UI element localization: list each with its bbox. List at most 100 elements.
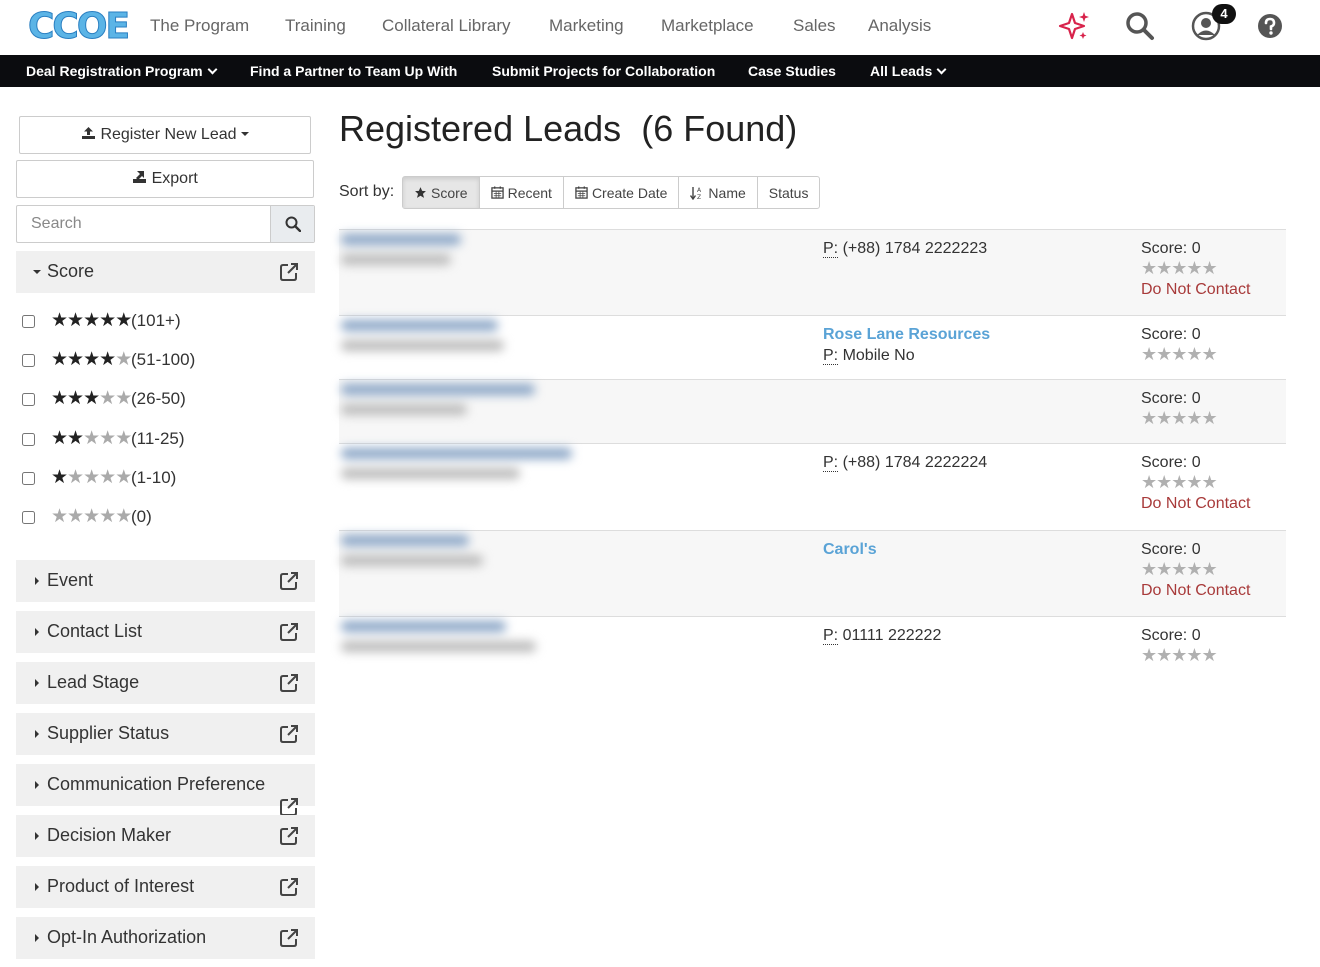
company-name[interactable]: Rose Lane Resources [823, 326, 990, 343]
facet-opt-in-authorization[interactable]: Opt-In Authorization [16, 917, 315, 959]
score-filter-checkbox[interactable] [22, 315, 35, 328]
ccoe-logo[interactable]: CCOE [26, 5, 130, 49]
subnav-case-studies[interactable]: Case Studies [748, 63, 836, 79]
caret-right-icon [35, 679, 39, 687]
star-rating-icon: ★★★★★ [1141, 472, 1218, 492]
score-range-label: (0) [131, 507, 152, 526]
lead-score: Score: 0 ★★★★★ Do Not Contact [1141, 454, 1250, 513]
star-icon [415, 187, 426, 198]
star-rating-icon: ★★★★★ [51, 349, 132, 371]
nav-marketplace[interactable]: Marketplace [661, 16, 754, 36]
score-value: 0 [1191, 454, 1201, 471]
nav-the-program[interactable]: The Program [150, 16, 249, 36]
lead-phone: P: (+88) 1784 2222224 [823, 454, 987, 472]
external-link-icon[interactable] [279, 797, 299, 817]
sub-navbar: Deal Registration Program Find a Partner… [0, 55, 1320, 87]
lead-company-link[interactable]: Rose Lane Resources [823, 326, 990, 344]
lead-row[interactable]: P: (+88) 1784 2222223 Score: 0 ★★★★★ Do Not… [339, 229, 1286, 315]
facet-lead-stage[interactable]: Lead Stage [16, 662, 315, 704]
lead-row[interactable]: P: (+88) 1784 2222224 Score: 0 ★★★★★ Do Not… [339, 443, 1286, 530]
register-new-lead-label: Register New Lead [100, 126, 237, 143]
phone-number: 01111 222222 [842, 627, 942, 644]
lead-row[interactable]: Rose Lane Resources P: Mobile No Score: 0 ★… [339, 315, 1286, 379]
facet-score[interactable]: Score [16, 251, 315, 293]
sort-recent-button[interactable]: Recent [480, 177, 564, 208]
nav-collateral-library[interactable]: Collateral Library [382, 16, 511, 36]
search-icon[interactable] [1124, 10, 1156, 42]
subnav-submit-projects[interactable]: Submit Projects for Collaboration [492, 63, 715, 79]
facet-product-of-interest[interactable]: Product of Interest [16, 866, 315, 908]
star-icon: ★ [115, 506, 132, 527]
redacted-lead-details [341, 320, 717, 360]
star-icon: ★ [83, 310, 100, 331]
score-filter-checkbox[interactable] [22, 433, 35, 446]
redacted-line [341, 320, 498, 331]
sparkle-icon[interactable] [1058, 10, 1090, 42]
nav-training[interactable]: Training [285, 16, 346, 36]
lead-row[interactable]: P: 01111 222222 Score: 0 ★★★★★ [339, 616, 1286, 688]
nav-marketing[interactable]: Marketing [549, 16, 624, 36]
external-link-icon[interactable] [279, 928, 299, 948]
facet-decision-maker[interactable]: Decision Maker [16, 815, 315, 857]
star-icon: ★ [83, 428, 100, 449]
score-range-label: (26-50) [131, 389, 186, 408]
export-button[interactable]: Export [16, 160, 314, 198]
subnav-all-leads[interactable]: All Leads [870, 63, 947, 79]
score-value: 0 [1191, 326, 1201, 343]
lead-row[interactable]: Score: 0 ★★★★★ [339, 379, 1286, 443]
svg-text:Z: Z [697, 194, 701, 200]
help-icon[interactable] [1256, 12, 1284, 40]
phone-number: Mobile No [842, 347, 915, 364]
company-name[interactable]: Carol's [823, 541, 877, 558]
star-icon: ★ [99, 506, 116, 527]
star-icon: ★ [67, 428, 84, 449]
star-icon: ★ [83, 467, 100, 488]
external-link-icon[interactable] [279, 571, 299, 591]
redacted-lead-details [341, 448, 717, 488]
star-rating-icon: ★★★★★ [51, 467, 132, 489]
search-input[interactable] [17, 206, 272, 242]
subnav-find-partner[interactable]: Find a Partner to Team Up With [250, 63, 457, 79]
external-link-icon[interactable] [279, 724, 299, 744]
star-rating-icon: ★★★★★ [51, 310, 132, 332]
redacted-line [341, 555, 483, 566]
register-new-lead-button[interactable]: Register New Lead [19, 116, 311, 154]
redacted-lead-details [341, 384, 717, 424]
sort-recent-label: Recent [507, 184, 552, 201]
phone-prefix: P: [823, 240, 839, 258]
external-link-icon[interactable] [279, 673, 299, 693]
sort-status-button[interactable]: Status [758, 177, 820, 208]
subnav-deal-registration[interactable]: Deal Registration Program [26, 63, 218, 79]
sort-score-button[interactable]: Score [403, 177, 480, 208]
score-filter-checkbox[interactable] [22, 354, 35, 367]
score-filter-checkbox[interactable] [22, 393, 35, 406]
facet-communication-preference[interactable]: Communication Preference [16, 764, 315, 816]
phone-prefix: P: [823, 347, 839, 365]
lead-contact: P: (+88) 1784 2222223 [823, 240, 987, 258]
nav-sales[interactable]: Sales [793, 16, 836, 36]
score-filter-checkbox[interactable] [22, 511, 35, 524]
score-filter-checkbox[interactable] [22, 472, 35, 485]
lead-row[interactable]: Carol's Score: 0 ★★★★★ Do Not Contact [339, 530, 1286, 616]
lead-company-link[interactable]: Carol's [823, 541, 877, 559]
sort-create-date-button[interactable]: Create Date [564, 177, 680, 208]
facet-contact-list[interactable]: Contact List [16, 611, 315, 653]
star-icon: ★ [51, 310, 68, 331]
external-link-icon[interactable] [279, 262, 299, 282]
external-link-icon[interactable] [279, 877, 299, 897]
export-icon [133, 171, 147, 183]
external-link-icon[interactable] [279, 826, 299, 846]
star-rating-icon: ★★★★★ [1141, 408, 1218, 428]
facet-supplier-status[interactable]: Supplier Status [16, 713, 315, 755]
star-icon: ★ [99, 428, 116, 449]
sort-name-button[interactable]: AZ Name [679, 177, 758, 208]
facet-label: Supplier Status [47, 723, 170, 743]
facet-event[interactable]: Event [16, 560, 315, 602]
redacted-line [341, 254, 451, 265]
search-button[interactable] [270, 206, 314, 242]
star-rating-icon: ★★★★★ [51, 388, 132, 410]
score-prefix: Score: [1141, 390, 1188, 407]
external-link-icon[interactable] [279, 622, 299, 642]
nav-analysis[interactable]: Analysis [868, 16, 931, 36]
caret-right-icon [35, 832, 39, 840]
